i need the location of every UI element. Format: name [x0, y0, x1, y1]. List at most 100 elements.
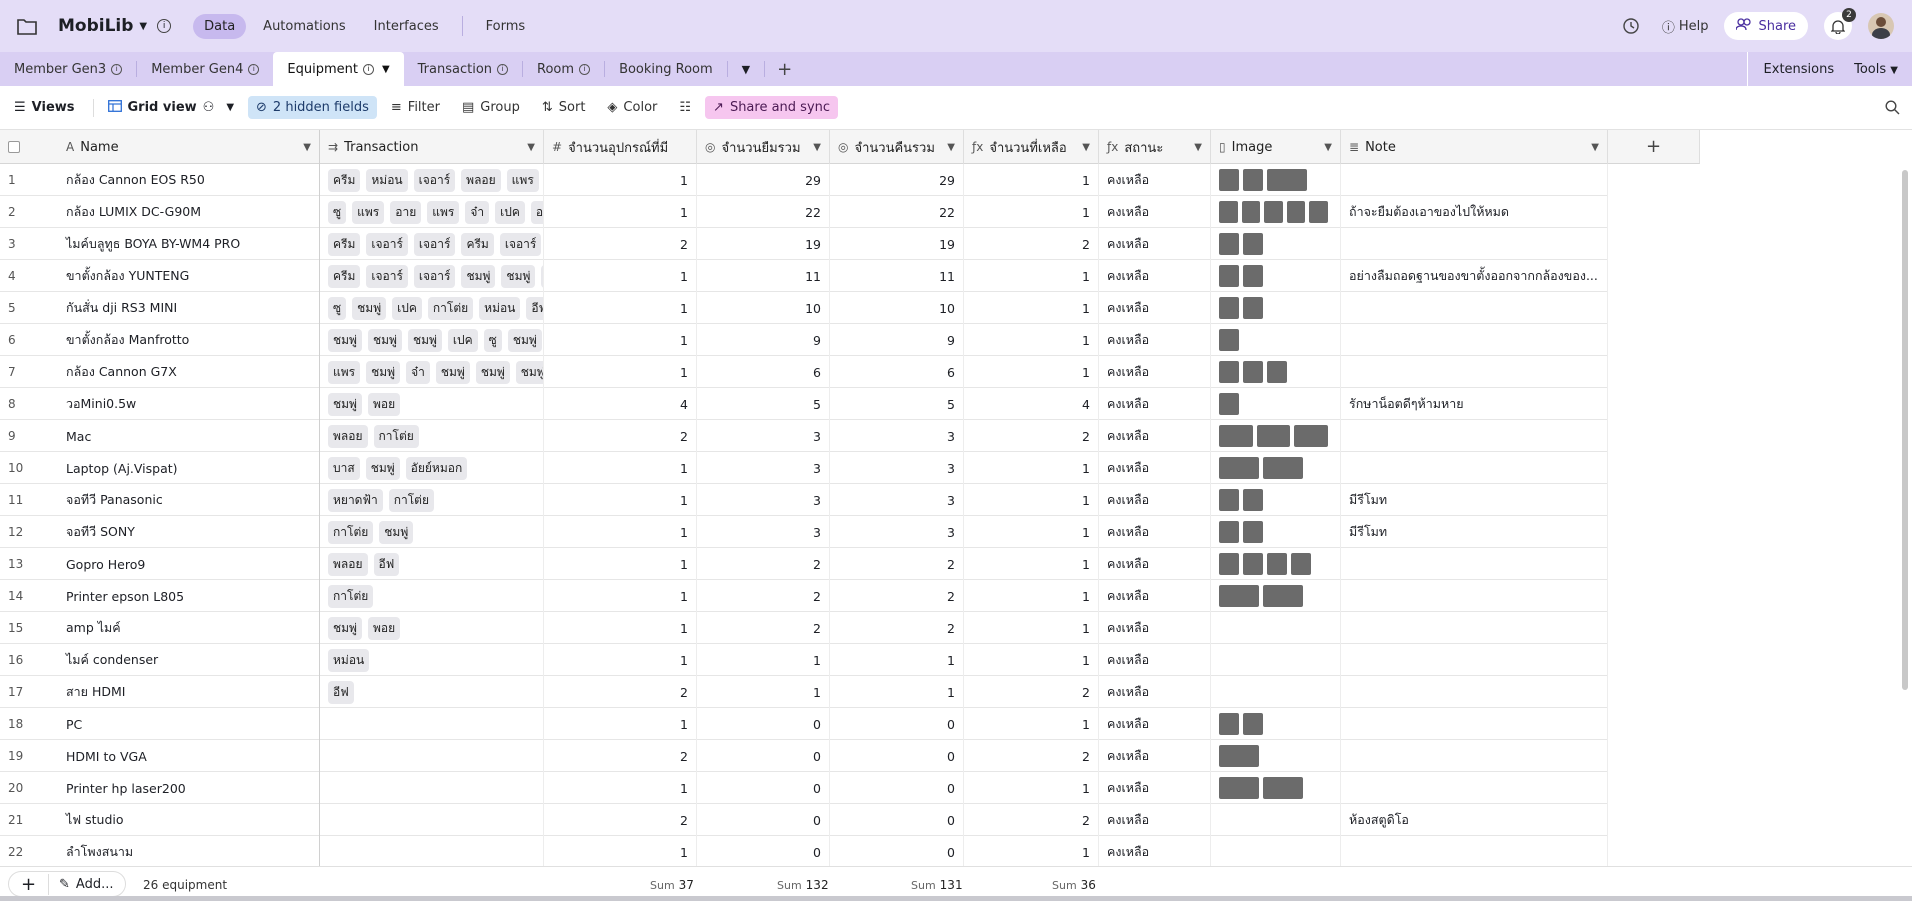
image-thumbnail[interactable] — [1219, 201, 1238, 223]
transaction-cell[interactable] — [320, 772, 544, 804]
status-cell[interactable]: คงเหลือ — [1099, 516, 1211, 548]
borrowed-cell[interactable]: 6 — [697, 356, 830, 388]
linked-record-chip[interactable]: ซู — [328, 200, 347, 224]
name-cell[interactable]: ขาตั้งกล้อง Manfrotto — [58, 324, 320, 356]
have-cell[interactable]: 1 — [544, 356, 697, 388]
tab-member-gen4[interactable]: Member Gen4 i — [137, 52, 273, 86]
borrowed-cell[interactable]: 29 — [697, 164, 830, 196]
name-cell[interactable]: วอMini0.5w — [58, 388, 320, 420]
borrowed-cell[interactable]: 1 — [697, 676, 830, 708]
row-number[interactable]: 5 — [0, 292, 58, 324]
status-cell[interactable]: คงเหลือ — [1099, 452, 1211, 484]
linked-record-chip[interactable]: หม่อน — [366, 168, 408, 192]
tools-button[interactable]: Tools ▼ — [1854, 62, 1898, 77]
image-cell[interactable] — [1211, 836, 1341, 868]
name-cell[interactable]: Gopro Hero9 — [58, 548, 320, 580]
linked-record-chip[interactable]: พอย — [367, 392, 401, 416]
row-number[interactable]: 17 — [0, 676, 58, 708]
table-row[interactable]: 18 PC 1 0 0 1 คงเหลือ — [0, 708, 1608, 740]
linked-record-chip[interactable]: ซู — [483, 328, 502, 352]
row-number[interactable]: 7 — [0, 356, 58, 388]
linked-record-chip[interactable]: กาโต่ย — [328, 584, 374, 608]
chevron-down-icon[interactable]: ▼ — [947, 142, 955, 153]
image-thumbnail[interactable] — [1243, 361, 1263, 383]
linked-record-chip[interactable]: ชมพู่ — [379, 520, 414, 544]
nav-data[interactable]: Data — [193, 13, 247, 39]
chevron-down-icon[interactable]: ▼ — [139, 21, 147, 32]
borrowed-cell[interactable]: 3 — [697, 484, 830, 516]
row-number[interactable]: 16 — [0, 644, 58, 676]
have-cell[interactable]: 2 — [544, 228, 697, 260]
linked-record-chip[interactable]: เจอาร์ — [413, 168, 456, 192]
linked-record-chip[interactable]: ชมพู่ — [352, 296, 387, 320]
returned-cell[interactable]: 9 — [830, 324, 964, 356]
status-cell[interactable]: คงเหลือ — [1099, 772, 1211, 804]
avatar[interactable] — [1868, 13, 1894, 39]
note-cell[interactable]: ถ้าจะยืมต้องเอาของไปให้หมด — [1341, 196, 1608, 228]
image-cell[interactable] — [1211, 356, 1341, 388]
borrowed-cell[interactable]: 22 — [697, 196, 830, 228]
row-number[interactable]: 2 — [0, 196, 58, 228]
linked-record-chip[interactable]: อีฟ — [373, 552, 400, 576]
chevron-down-icon[interactable]: ▼ — [813, 142, 821, 153]
have-cell[interactable]: 4 — [544, 388, 697, 420]
have-cell[interactable]: 1 — [544, 516, 697, 548]
image-cell[interactable] — [1211, 804, 1341, 836]
table-row[interactable]: 2กล้อง LUMIX DC-G90Mซูแพรอายแพรจ๋าเปคอาย… — [0, 196, 1608, 228]
returned-cell[interactable]: 3 — [830, 516, 964, 548]
name-cell[interactable]: ไมค์บลูทูธ BOYA BY-WM4 PRO — [58, 228, 320, 260]
image-thumbnail[interactable] — [1243, 489, 1263, 511]
linked-record-chip[interactable]: แพร — [352, 200, 385, 224]
have-cell[interactable]: 1 — [544, 484, 697, 516]
linked-record-chip[interactable]: ชมพู่ — [366, 360, 401, 384]
column-header-name[interactable]: A Name ▼ — [58, 130, 320, 164]
remaining-cell[interactable]: 2 — [964, 228, 1099, 260]
image-thumbnail[interactable] — [1219, 457, 1259, 479]
remaining-cell[interactable]: 2 — [964, 804, 1099, 836]
remaining-cell[interactable]: 1 — [964, 484, 1099, 516]
linked-record-chip[interactable]: จ๋า — [406, 360, 430, 384]
tab-member-gen3[interactable]: Member Gen3 i — [0, 52, 136, 86]
remaining-cell[interactable]: 1 — [964, 324, 1099, 356]
borrowed-cell[interactable]: 2 — [697, 612, 830, 644]
chevron-down-icon[interactable]: ▼ — [1082, 142, 1090, 153]
image-thumbnail[interactable] — [1243, 713, 1263, 735]
tab-transaction[interactable]: Transaction i — [404, 52, 522, 86]
remaining-cell[interactable]: 1 — [964, 260, 1099, 292]
chevron-down-icon[interactable]: ▼ — [303, 142, 311, 153]
column-header-remaining[interactable]: ƒx จำนวนที่เหลือ ▼ — [964, 130, 1099, 164]
share-and-sync-button[interactable]: ↗ Share and sync — [705, 96, 839, 119]
remaining-cell[interactable]: 2 — [964, 740, 1099, 772]
status-cell[interactable]: คงเหลือ — [1099, 740, 1211, 772]
remaining-cell[interactable]: 1 — [964, 292, 1099, 324]
image-cell[interactable] — [1211, 708, 1341, 740]
group-button[interactable]: ▤ Group — [454, 96, 528, 119]
chevron-down-icon[interactable]: ▼ — [382, 64, 390, 75]
row-number[interactable]: 10 — [0, 452, 58, 484]
transaction-cell[interactable] — [320, 740, 544, 772]
transaction-cell[interactable]: พลอย อีฟ — [320, 548, 544, 580]
have-cell[interactable]: 1 — [544, 580, 697, 612]
name-cell[interactable]: Mac — [58, 420, 320, 452]
image-thumbnail[interactable] — [1219, 489, 1239, 511]
sum-returned[interactable]: Sum 131 — [911, 878, 963, 892]
transaction-cell[interactable]: กาโต่ย — [320, 580, 544, 612]
have-cell[interactable]: 2 — [544, 804, 697, 836]
linked-record-chip[interactable]: แพร — [427, 200, 460, 224]
nav-interfaces[interactable]: Interfaces — [363, 14, 450, 39]
note-cell[interactable] — [1341, 580, 1608, 612]
returned-cell[interactable]: 3 — [830, 420, 964, 452]
add-record-button[interactable]: + — [9, 873, 49, 895]
status-cell[interactable]: คงเหลือ — [1099, 324, 1211, 356]
note-cell[interactable]: อย่างลืมถอดฐานของขาตั้งออกจากกล้องของ... — [1341, 260, 1608, 292]
note-cell[interactable] — [1341, 420, 1608, 452]
linked-record-chip[interactable]: ชมพู่ — [367, 328, 402, 352]
tab-equipment[interactable]: Equipment i ▼ — [273, 52, 404, 86]
folder-icon[interactable] — [16, 15, 38, 37]
status-cell[interactable]: คงเหลือ — [1099, 356, 1211, 388]
name-cell[interactable]: กล้อง Cannon G7X — [58, 356, 320, 388]
table-row[interactable]: 16 ไมค์ condenser หม่อน 1 1 1 1 คงเหลือ — [0, 644, 1608, 676]
row-number[interactable]: 19 — [0, 740, 58, 772]
image-cell[interactable] — [1211, 164, 1341, 196]
borrowed-cell[interactable]: 0 — [697, 740, 830, 772]
